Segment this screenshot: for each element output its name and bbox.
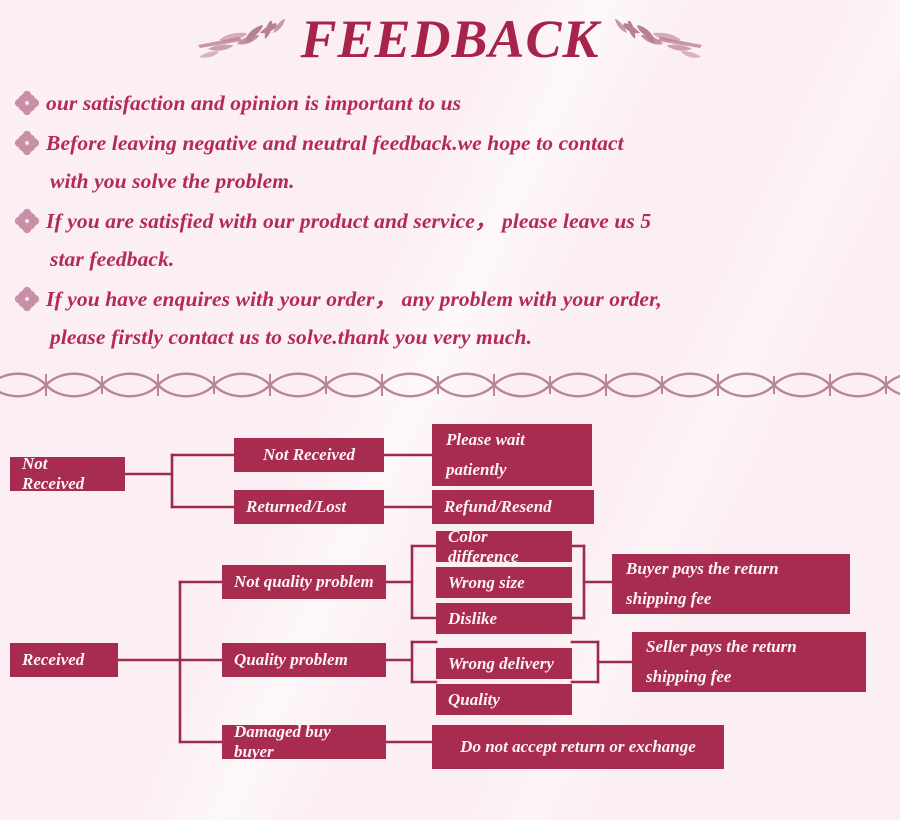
node-buyer-pays-return-shipping[interactable]: Buyer pays the return shipping fee xyxy=(612,554,850,614)
feedback-notes-list: our satisfaction and opinion is importan… xyxy=(14,84,874,358)
node-damaged-buy-buyer[interactable]: Damaged buy buyer xyxy=(222,722,386,761)
flower-bullet-icon xyxy=(14,130,40,156)
page-header: FEEDBACK xyxy=(0,4,900,74)
node-refund-resend[interactable]: Refund/Resend xyxy=(432,490,594,524)
node-returned-lost[interactable]: Returned/Lost xyxy=(234,490,384,524)
note-line: our satisfaction and opinion is importan… xyxy=(46,91,462,115)
note-line: If you have enquires with your order， an… xyxy=(46,287,662,311)
node-not-received-root[interactable]: Not Received xyxy=(10,454,125,493)
node-not-quality-problem[interactable]: Not quality problem xyxy=(222,565,386,599)
flower-bullet-icon xyxy=(14,90,40,116)
node-please-wait-patiently[interactable]: Please wait patiently xyxy=(432,424,592,486)
note-line: Before leaving negative and neutral feed… xyxy=(46,131,624,155)
node-color-difference[interactable]: Color difference xyxy=(436,527,572,566)
page-title: FEEDBACK xyxy=(300,9,600,69)
note-item: If you are satisfied with our product an… xyxy=(14,202,874,278)
flower-bullet-icon xyxy=(14,286,40,312)
note-item: our satisfaction and opinion is importan… xyxy=(14,84,874,122)
node-dislike[interactable]: Dislike xyxy=(436,603,572,634)
note-item: If you have enquires with your order， an… xyxy=(14,280,874,356)
wave-ribbon-divider xyxy=(0,372,900,398)
node-not-received-child[interactable]: Not Received xyxy=(234,438,384,472)
note-item: Before leaving negative and neutral feed… xyxy=(14,124,874,200)
note-line: If you are satisfied with our product an… xyxy=(46,209,652,233)
leaf-sprig-left-icon xyxy=(198,19,286,58)
node-wrong-delivery[interactable]: Wrong delivery xyxy=(436,648,572,679)
node-quality[interactable]: Quality xyxy=(436,684,572,715)
node-wrong-size[interactable]: Wrong size xyxy=(436,567,572,598)
node-quality-problem[interactable]: Quality problem xyxy=(222,643,386,677)
returns-policy-flowchart: Not Received Received Not Received Retur… xyxy=(0,410,900,810)
note-line: star feedback. xyxy=(50,247,175,271)
note-line: please firstly contact us to solve.thank… xyxy=(50,325,533,349)
node-seller-pays-return-shipping[interactable]: Seller pays the return shipping fee xyxy=(632,632,866,692)
node-received-root[interactable]: Received xyxy=(10,643,118,677)
note-line: with you solve the problem. xyxy=(50,169,295,193)
node-do-not-accept-return[interactable]: Do not accept return or exchange xyxy=(432,725,724,769)
flower-bullet-icon xyxy=(14,208,40,234)
leaf-sprig-right-icon xyxy=(614,19,702,58)
